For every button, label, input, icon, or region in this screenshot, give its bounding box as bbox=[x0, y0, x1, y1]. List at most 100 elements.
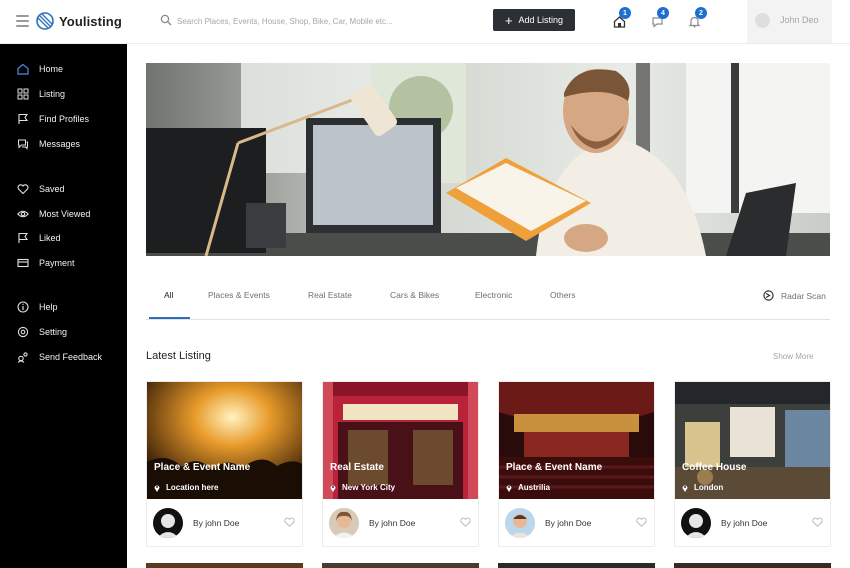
search-icon bbox=[160, 14, 172, 26]
category-tabs: All Places & Events Real Estate Cars & B… bbox=[146, 283, 830, 320]
add-listing-label: Add Listing bbox=[518, 15, 564, 25]
show-more-link[interactable]: Show More bbox=[773, 352, 813, 361]
heart-icon[interactable] bbox=[460, 517, 471, 527]
flag-icon bbox=[18, 113, 29, 124]
avatar bbox=[329, 508, 359, 538]
sidebar-item-find-profiles[interactable]: Find Profiles bbox=[17, 112, 89, 126]
card-title: Place & Event Name bbox=[154, 462, 251, 473]
card-location: London bbox=[682, 483, 723, 492]
sidebar-item-liked[interactable]: Liked bbox=[17, 231, 61, 245]
feedback-icon bbox=[17, 352, 28, 363]
storefront-image bbox=[323, 382, 478, 499]
card-title: Coffee House bbox=[682, 462, 747, 473]
radar-icon bbox=[763, 290, 774, 301]
avatar bbox=[505, 508, 535, 538]
sidebar-item-home[interactable]: Home bbox=[17, 62, 63, 76]
location-pin-icon bbox=[154, 485, 160, 492]
hero-image bbox=[146, 63, 830, 256]
card-author: By john Doe bbox=[369, 518, 416, 528]
sidebar-item-label: Setting bbox=[39, 327, 68, 337]
card-location: Location here bbox=[154, 483, 218, 492]
card-author: By john Doe bbox=[545, 518, 592, 528]
sidebar-item-send-feedback[interactable]: Send Feedback bbox=[17, 350, 102, 364]
card-footer: By john Doe bbox=[147, 499, 302, 547]
location-pin-icon bbox=[330, 485, 336, 492]
settings-icon bbox=[17, 326, 29, 338]
card-title: Real Estate bbox=[330, 462, 384, 473]
tab-places-events[interactable]: Places & Events bbox=[208, 290, 270, 300]
heart-icon[interactable] bbox=[636, 517, 647, 527]
eye-icon bbox=[17, 210, 29, 218]
user-name: John Deo bbox=[780, 15, 819, 25]
avatar bbox=[755, 13, 770, 28]
card-icon bbox=[17, 258, 29, 268]
sidebar-item-label: Liked bbox=[39, 233, 61, 243]
home-icon bbox=[17, 63, 29, 75]
user-menu[interactable]: John Deo bbox=[747, 0, 832, 43]
avatar bbox=[153, 508, 183, 538]
tab-electronic[interactable]: Electronic bbox=[475, 290, 512, 300]
radar-scan-button[interactable]: Radar Scan bbox=[763, 290, 826, 301]
card-author: By john Doe bbox=[721, 518, 768, 528]
sidebar-item-setting[interactable]: Setting bbox=[17, 325, 67, 339]
sidebar-item-help[interactable]: Help bbox=[17, 300, 58, 314]
hero-illustration bbox=[146, 63, 830, 256]
sidebar-item-payment[interactable]: Payment bbox=[17, 256, 75, 270]
plus-icon: + bbox=[504, 12, 513, 28]
sidebar-item-most-viewed[interactable]: Most Viewed bbox=[17, 207, 90, 221]
hamburger-menu-icon[interactable] bbox=[16, 15, 29, 27]
next-row-card-edge bbox=[146, 563, 303, 568]
tab-all[interactable]: All bbox=[164, 290, 173, 300]
logo-icon bbox=[36, 12, 54, 30]
cafe-illustration bbox=[675, 382, 830, 499]
theater-illustration bbox=[499, 382, 654, 499]
sidebar-item-label: Send Feedback bbox=[39, 352, 103, 362]
info-icon bbox=[17, 301, 29, 313]
sidebar-item-label: Find Profiles bbox=[39, 114, 90, 124]
listing-card[interactable]: Coffee House London By john Doe bbox=[674, 381, 831, 547]
section-title: Latest Listing bbox=[146, 350, 211, 362]
card-location-text: Austrilia bbox=[518, 483, 551, 492]
listing-card[interactable]: Real Estate New York City By john Doe bbox=[322, 381, 479, 547]
heart-icon[interactable] bbox=[812, 517, 823, 527]
next-row-card-edge bbox=[674, 563, 831, 568]
messages-badge: 4 bbox=[657, 7, 669, 19]
location-pin-icon bbox=[682, 485, 688, 492]
chat-icon bbox=[18, 139, 28, 150]
concert-image bbox=[147, 382, 302, 499]
sidebar-item-saved[interactable]: Saved bbox=[17, 182, 65, 196]
heart-icon bbox=[17, 184, 29, 195]
sidebar-item-label: Listing bbox=[39, 89, 66, 99]
theater-image bbox=[499, 382, 654, 499]
active-tab-indicator bbox=[149, 317, 190, 319]
search-input[interactable] bbox=[177, 12, 457, 30]
location-pin-icon bbox=[506, 485, 512, 492]
avatar bbox=[681, 508, 711, 538]
next-row-card-edge bbox=[322, 563, 479, 568]
card-footer: By john Doe bbox=[499, 499, 654, 547]
top-header: Youlisting + Add Listing 1 4 2 John Deo bbox=[0, 0, 850, 44]
tab-others[interactable]: Others bbox=[550, 290, 576, 300]
sidebar-item-listing[interactable]: Listing bbox=[17, 87, 65, 101]
sidebar-item-label: Home bbox=[39, 64, 64, 74]
card-footer: By john Doe bbox=[323, 499, 478, 547]
card-title: Place & Event Name bbox=[506, 462, 603, 473]
card-location: Austrilia bbox=[506, 483, 550, 492]
card-footer: By john Doe bbox=[675, 499, 830, 547]
logo-text[interactable]: Youlisting bbox=[59, 14, 122, 29]
sidebar-item-label: Payment bbox=[39, 258, 75, 268]
sidebar-item-label: Messages bbox=[39, 139, 81, 149]
sidebar-item-messages[interactable]: Messages bbox=[17, 137, 80, 151]
notifications-badge: 2 bbox=[695, 7, 707, 19]
search-bar bbox=[160, 12, 460, 30]
tab-cars-bikes[interactable]: Cars & Bikes bbox=[390, 290, 439, 300]
listing-card[interactable]: Place & Event Name Austrilia By john Doe bbox=[498, 381, 655, 547]
radar-scan-label: Radar Scan bbox=[781, 290, 826, 301]
heart-icon[interactable] bbox=[284, 517, 295, 527]
card-location-text: Location here bbox=[166, 483, 219, 492]
card-author: By john Doe bbox=[193, 518, 240, 528]
tab-real-estate[interactable]: Real Estate bbox=[308, 290, 352, 300]
listing-card[interactable]: Place & Event Name Location here By john… bbox=[146, 381, 303, 547]
card-location: New York City bbox=[330, 483, 395, 492]
add-listing-button[interactable]: + Add Listing bbox=[493, 9, 575, 31]
